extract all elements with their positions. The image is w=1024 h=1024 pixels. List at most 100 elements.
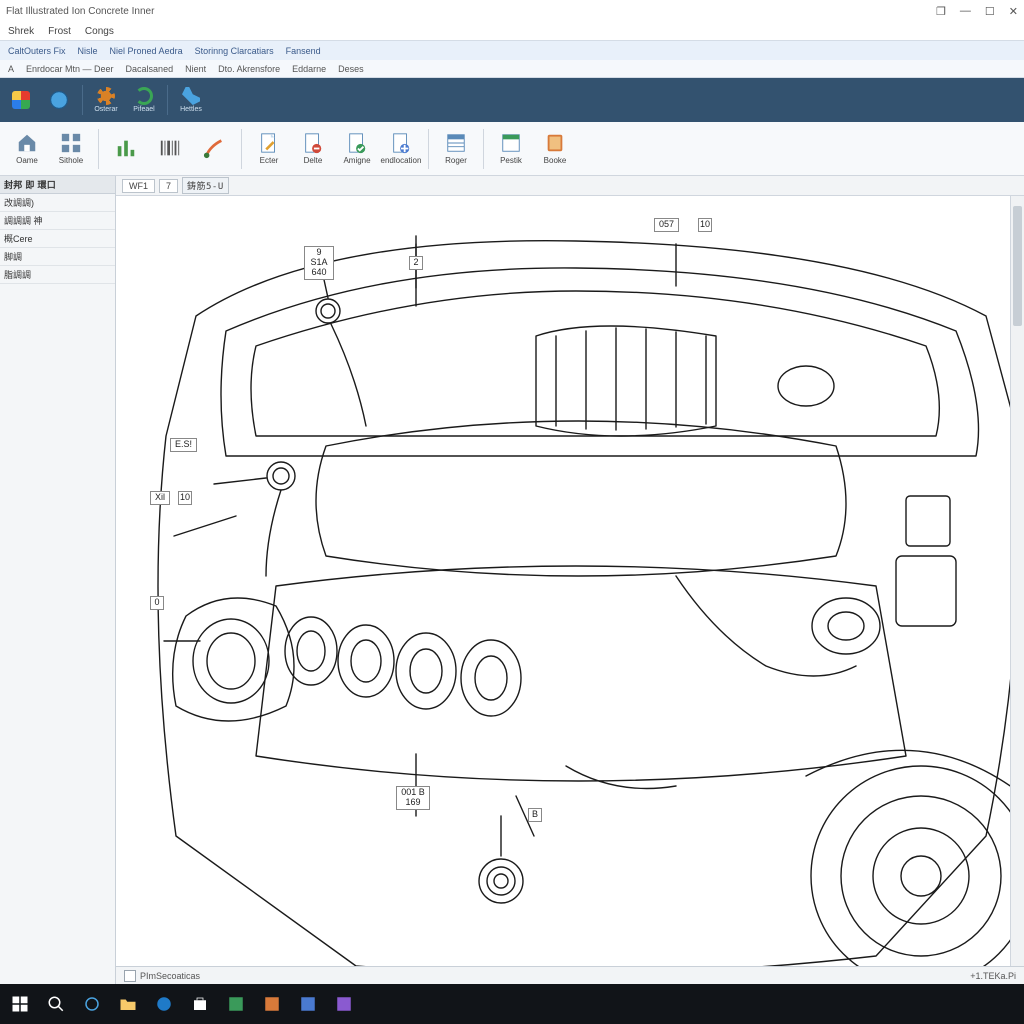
recycle-tool[interactable]: Pifeael (127, 80, 161, 120)
barcode-icon (159, 137, 181, 159)
ribbon-subtab-6[interactable]: Deses (338, 64, 364, 74)
brush-tool[interactable] (193, 125, 235, 173)
chart-tool[interactable] (105, 125, 147, 173)
windows-icon (12, 91, 30, 109)
doc-badge: 鋳筋5-U (182, 177, 229, 194)
callout-b: B (528, 808, 542, 822)
phone-tool[interactable]: Hettles (174, 80, 208, 120)
print-tool[interactable]: Pestik (490, 125, 532, 173)
toolbar-separator (428, 129, 429, 169)
document-tabs: WF1 7 鋳筋5-U (116, 176, 1024, 196)
sheet-print-icon (500, 132, 522, 154)
taskbar (0, 984, 1024, 1024)
ribbon-tab-0[interactable]: CaltOuters Fix (8, 46, 66, 56)
brush-icon (203, 137, 225, 159)
ribbon-subtabs: A Enrdocar Mtn — Deer Dacalsaned Nient D… (0, 60, 1024, 78)
menu-item-2[interactable]: Congs (85, 26, 114, 37)
document-end-icon (390, 132, 412, 154)
toolbar-separator (241, 129, 242, 169)
workspace: 封邦 即 環口 改調調) 調調調 神 概Cere 脚調 脂調調 WF1 7 鋳筋… (0, 176, 1024, 984)
toolbar-separator (483, 129, 484, 169)
toolbar-separator (98, 129, 99, 169)
ribbon-subtab-1[interactable]: Enrdocar Mtn — Deer (26, 64, 114, 74)
vertical-scrollbar[interactable] (1010, 196, 1024, 984)
close-button[interactable]: ✕ (1009, 5, 1018, 18)
doc-tab-2[interactable]: 7 (159, 179, 178, 193)
barcode-tool[interactable] (149, 125, 191, 173)
ribbon-subtab-3[interactable]: Nient (185, 64, 206, 74)
maximize-button[interactable]: ☐ (985, 5, 995, 18)
ribbon-tab-2[interactable]: Niel Proned Aedra (110, 46, 183, 56)
side-item-4[interactable]: 脂調調 (0, 266, 115, 284)
taskbar-app-2[interactable] (258, 990, 286, 1018)
window-title: Flat Illustrated Ion Concrete Inner (6, 6, 154, 17)
menu-item-1[interactable]: Frost (48, 26, 71, 37)
sheet-icon (445, 132, 467, 154)
side-item-0[interactable]: 改調調) (0, 194, 115, 212)
search-button[interactable] (42, 990, 70, 1018)
menu-item-0[interactable]: Shrek (8, 26, 34, 37)
window-titlebar: Flat Illustrated Ion Concrete Inner ❐ — … (0, 0, 1024, 22)
side-panel-header: 封邦 即 環口 (0, 176, 115, 194)
minimize-button[interactable]: — (960, 5, 971, 18)
book-tool[interactable]: Booke (534, 125, 576, 173)
gear-icon (97, 87, 115, 105)
drawing-canvas[interactable]: WF1 7 鋳筋5-U (116, 176, 1024, 984)
book-icon (544, 132, 566, 154)
gear-tool[interactable]: Osterar (89, 80, 123, 120)
ribbon-tabs: CaltOuters Fix Nisle Niel Proned Aedra S… (0, 40, 1024, 60)
recycle-icon (135, 87, 153, 105)
callout-057: 057 (654, 218, 679, 232)
roger-tool[interactable]: Roger (435, 125, 477, 173)
home-icon (16, 132, 38, 154)
callout-xil: Xil (150, 491, 170, 505)
engine-illustration (116, 196, 1024, 984)
taskbar-app-1[interactable] (222, 990, 250, 1018)
ribbon-subtab-5[interactable]: Eddarne (292, 64, 326, 74)
side-item-1[interactable]: 調調調 神 (0, 212, 115, 230)
toolbar-separator (82, 85, 83, 115)
primary-toolbar: Osterar Pifeael Hettles (0, 78, 1024, 122)
delete-tool[interactable]: Delte (292, 125, 334, 173)
assign-tool[interactable]: Amigne (336, 125, 378, 173)
toolbar-separator (167, 85, 168, 115)
ribbon-tab-4[interactable]: Fansend (286, 46, 321, 56)
apps-tool[interactable] (4, 80, 38, 120)
scrollbar-thumb[interactable] (1013, 206, 1022, 326)
ribbon-tab-1[interactable]: Nisle (78, 46, 98, 56)
document-edit-icon (258, 132, 280, 154)
status-icon (124, 970, 136, 982)
doc-tab-1[interactable]: WF1 (122, 179, 155, 193)
taskbar-folder[interactable] (114, 990, 142, 1018)
ribbon-tab-3[interactable]: Storinng Clarcatiars (195, 46, 274, 56)
chart-icon (115, 137, 137, 159)
grid-icon (60, 132, 82, 154)
grid-tool[interactable]: Sithole (50, 125, 92, 173)
ribbon-subtab-4[interactable]: Dto. Akrensfore (218, 64, 280, 74)
globe-tool[interactable] (42, 80, 76, 120)
status-right: +1.TEKa.Pi (970, 971, 1016, 981)
phone-icon (182, 87, 200, 105)
status-bar: PImSecoaticas +1.TEKa.Pi (116, 966, 1024, 984)
cortana-button[interactable] (78, 990, 106, 1018)
side-item-2[interactable]: 概Cere (0, 230, 115, 248)
secondary-toolbar: Oame Sithole Ecter Delte Amigne endlocat… (0, 122, 1024, 176)
edit-tool[interactable]: Ecter (248, 125, 290, 173)
callout-001b: 001 B 169 (396, 786, 430, 810)
taskbar-edge[interactable] (150, 990, 178, 1018)
ribbon-subtab-0[interactable]: A (8, 64, 14, 74)
engine-diagram: 057 10 9 S1A 640 2 E.S! Xil 10 0 001 B 1… (116, 196, 1024, 984)
status-text: PImSecoaticas (140, 971, 200, 981)
callout-0: 0 (150, 596, 164, 610)
endlocation-tool[interactable]: endlocation (380, 125, 422, 173)
side-item-3[interactable]: 脚調 (0, 248, 115, 266)
taskbar-app-3[interactable] (294, 990, 322, 1018)
taskbar-store[interactable] (186, 990, 214, 1018)
home-tool[interactable]: Oame (6, 125, 48, 173)
taskbar-app-4[interactable] (330, 990, 358, 1018)
menu-bar: Shrek Frost Congs (0, 22, 1024, 40)
restore-down-button[interactable]: ❐ (936, 5, 946, 18)
callout-2: 2 (409, 256, 423, 270)
ribbon-subtab-2[interactable]: Dacalsaned (126, 64, 174, 74)
start-button[interactable] (6, 990, 34, 1018)
